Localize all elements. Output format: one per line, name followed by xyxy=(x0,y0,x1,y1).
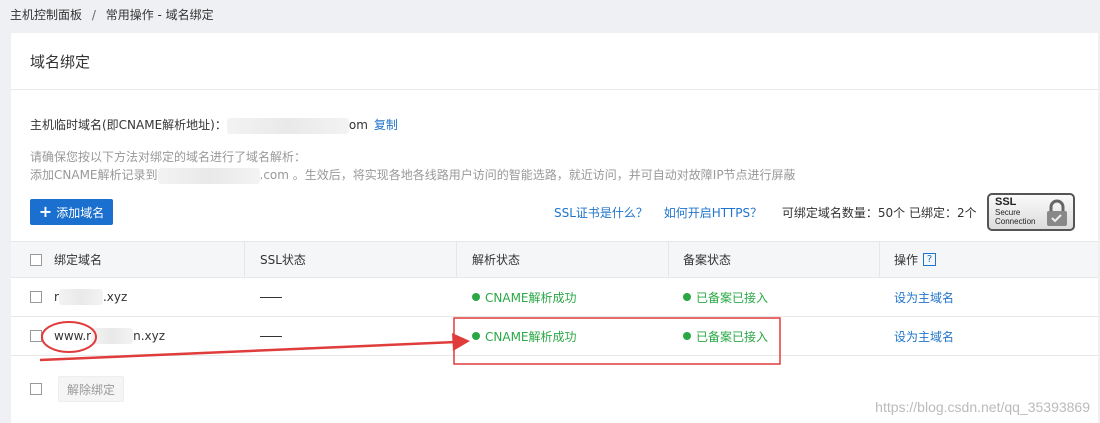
resolve-status: CNAME解析成功 xyxy=(485,329,577,344)
breadcrumb-parent[interactable]: 主机控制面板 xyxy=(10,8,82,22)
instruction-line-1: 请确保您按以下方法对绑定的域名进行了域名解析： xyxy=(30,150,307,164)
breadcrumb: 主机控制面板 / 常用操作 - 域名绑定 xyxy=(10,0,214,30)
title-divider xyxy=(11,89,1098,90)
instruction-prefix: 添加CNAME解析记录到 xyxy=(30,168,158,182)
redacted-domain xyxy=(226,117,349,134)
breadcrumb-separator: / xyxy=(91,8,96,22)
cname-address-line: 主机临时域名(即CNAME解析地址)： om 复制 xyxy=(30,116,398,134)
instruction-line-2: 添加CNAME解析记录到 .com 。生效后，将实现各地各线路用户访问的智能选路，… xyxy=(30,166,796,184)
watermark: https://blog.csdn.net/qq_35393869 xyxy=(875,399,1090,415)
success-dot-icon xyxy=(683,293,691,301)
column-divider xyxy=(879,242,880,277)
header-ops-label: 操作 xyxy=(894,253,919,267)
copy-link[interactable]: 复制 xyxy=(374,118,398,132)
row-checkbox[interactable] xyxy=(30,291,42,303)
resolve-status: CNAME解析成功 xyxy=(485,290,577,305)
redacted-domain xyxy=(91,328,134,344)
success-dot-icon xyxy=(472,332,480,340)
cname-label: 主机临时域名(即CNAME解析地址)： xyxy=(30,118,227,132)
action-cell: 设为主域名 xyxy=(894,278,954,316)
add-domain-label: 添加域名 xyxy=(56,205,105,220)
help-icon[interactable]: ? xyxy=(923,253,937,266)
header-record: 备案状态 xyxy=(683,253,732,267)
toolbar-links: SSL证书是什么？ 如何开启HTTPS？ 可绑定域名数量：50个 已绑定：2个 xyxy=(554,204,977,221)
instruction-suffix: .com 。生效后，将实现各地各线路用户访问的智能选路，就近访问，并可自动对故障… xyxy=(259,168,796,182)
breadcrumb-current: 常用操作 - 域名绑定 xyxy=(105,8,214,22)
ssl-status-cell xyxy=(260,317,282,355)
column-divider xyxy=(456,242,457,277)
set-primary-link[interactable]: 设为主域名 xyxy=(894,328,954,345)
add-domain-button[interactable]: + 添加域名 xyxy=(30,199,113,225)
header-domain: 绑定域名 xyxy=(54,253,103,267)
header-ops: 操作 ? xyxy=(894,242,937,277)
table-row: www.r n.xyz CNAME解析成功 已备案已接入 设为主域名 xyxy=(11,317,1098,356)
ssl-badge-title: SSL xyxy=(995,196,1017,208)
domain-suffix: .xyz xyxy=(102,290,128,304)
page-title: 域名绑定 xyxy=(30,53,91,71)
ssl-badge-line2: Secure xyxy=(995,208,1021,217)
header-resolve: 解析状态 xyxy=(472,253,521,267)
record-status: 已备案已接入 xyxy=(696,290,769,305)
ssl-status-cell xyxy=(260,278,282,316)
padlock-icon xyxy=(1047,199,1067,226)
record-status: 已备案已接入 xyxy=(696,329,769,344)
unbind-button[interactable]: 解除绑定 xyxy=(58,376,124,402)
column-divider xyxy=(244,242,245,277)
domain-suffix: n.xyz xyxy=(133,329,166,343)
success-dot-icon xyxy=(683,332,691,340)
column-divider xyxy=(668,242,669,277)
redacted-domain xyxy=(58,289,103,305)
cname-suffix: om xyxy=(348,118,368,132)
row-checkbox[interactable] xyxy=(30,330,42,342)
domain-binding-panel: 域名绑定 主机临时域名(即CNAME解析地址)： om 复制 请确保您按以下方法对绑… xyxy=(11,33,1098,423)
domain-cell: r .xyz xyxy=(30,278,127,316)
ssl-badge-line3: Connection xyxy=(995,217,1036,226)
set-primary-link[interactable]: 设为主域名 xyxy=(894,289,954,306)
select-all-checkbox[interactable] xyxy=(30,253,42,266)
record-status-cell: 已备案已接入 xyxy=(683,317,768,355)
empty-dash xyxy=(260,296,282,298)
ssl-secure-badge: SSL Secure Connection xyxy=(987,193,1075,231)
empty-dash xyxy=(260,335,282,337)
header-ssl: SSL状态 xyxy=(260,253,306,267)
bulk-select-checkbox[interactable] xyxy=(30,383,42,395)
success-dot-icon xyxy=(472,293,480,301)
plus-icon: + xyxy=(38,202,53,221)
https-howto-link[interactable]: 如何开启HTTPS？ xyxy=(664,206,762,220)
action-cell: 设为主域名 xyxy=(894,317,954,355)
domain-prefix: www.r xyxy=(54,329,92,343)
resolve-status-cell: CNAME解析成功 xyxy=(472,317,577,355)
redacted-cname xyxy=(157,167,260,184)
record-status-cell: 已备案已接入 xyxy=(683,278,768,316)
select-all-cell: 绑定域名 xyxy=(30,242,102,277)
domain-count-text: 可绑定域名数量：50个 已绑定：2个 xyxy=(781,206,977,220)
domain-cell: www.r n.xyz xyxy=(30,317,165,355)
table-header: 绑定域名 SSL状态 解析状态 备案状态 操作 ? xyxy=(11,241,1098,278)
table-row: r .xyz CNAME解析成功 已备案已接入 设为主域名 xyxy=(11,278,1098,317)
ssl-info-link[interactable]: SSL证书是什么？ xyxy=(554,206,648,220)
resolve-status-cell: CNAME解析成功 xyxy=(472,278,577,316)
